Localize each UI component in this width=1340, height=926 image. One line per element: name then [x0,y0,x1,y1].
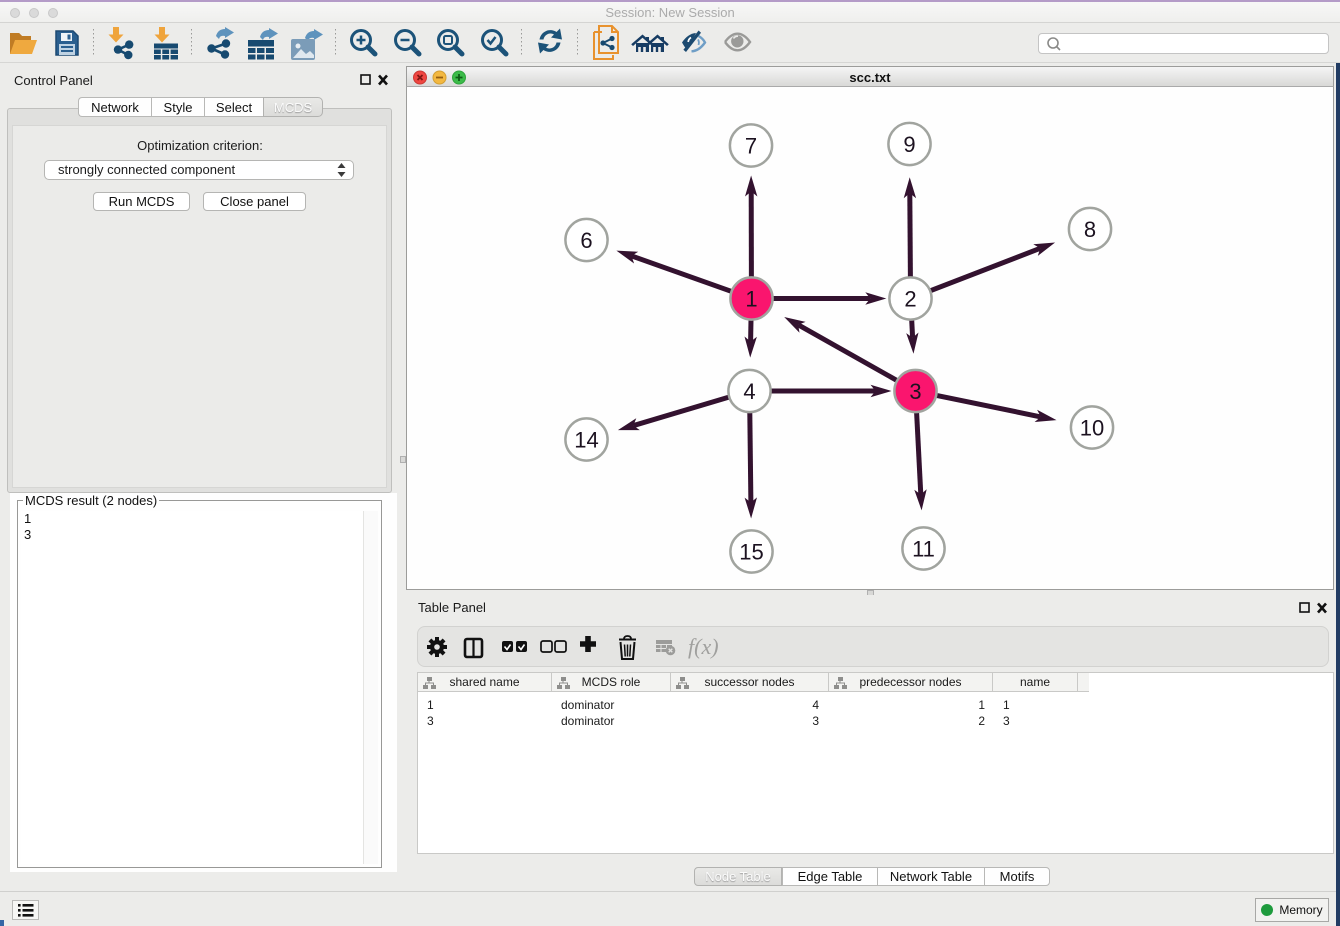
svg-text:7: 7 [745,134,757,159]
svg-text:9: 9 [903,132,915,157]
svg-text:1: 1 [745,287,757,312]
svg-text:4: 4 [743,379,755,404]
svg-text:11: 11 [912,537,935,562]
svg-text:f(x): f(x) [688,634,719,659]
svg-text:6: 6 [580,228,592,253]
svg-text:15: 15 [739,540,763,565]
svg-text:8: 8 [1084,217,1096,242]
svg-text:2: 2 [904,287,916,312]
svg-text:14: 14 [574,428,598,453]
svg-text:10: 10 [1080,416,1104,441]
svg-text:3: 3 [909,379,921,404]
